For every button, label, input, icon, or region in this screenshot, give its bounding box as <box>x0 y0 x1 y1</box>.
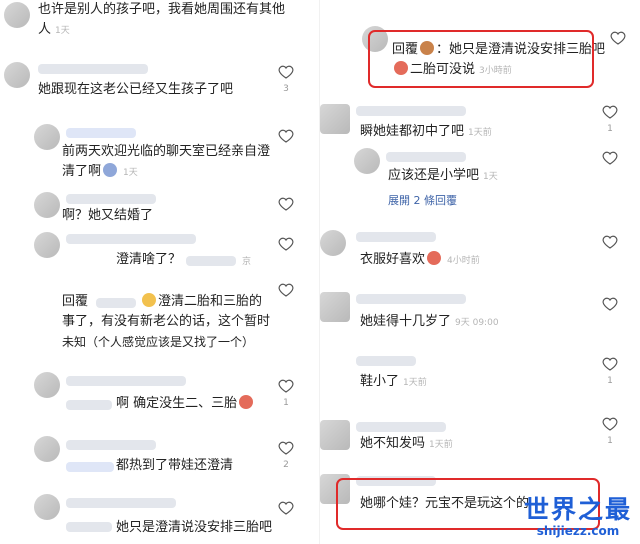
comment-text: 应该还是小学吧 1天 <box>388 168 498 183</box>
username-blur <box>66 462 114 472</box>
avatar[interactable] <box>34 124 60 150</box>
username-blur <box>356 106 466 116</box>
comment-text: 都热到了带娃还澄清 <box>116 458 234 473</box>
avatar[interactable] <box>4 2 30 28</box>
like-heart-icon[interactable] <box>278 500 294 516</box>
expand-replies-link[interactable]: 展開 2 條回覆 <box>388 192 457 208</box>
comment-text: 也许是别人的孩子吧，我看她周围还有其他 <box>38 2 286 17</box>
like-heart-icon[interactable] <box>278 282 294 298</box>
username-blur <box>356 356 416 366</box>
avatar[interactable] <box>34 192 60 218</box>
emoji-icon <box>427 251 442 265</box>
comment-text: 她娃得十几岁了 9天 09:00 <box>360 314 499 329</box>
avatar[interactable] <box>320 104 350 134</box>
comment-text: 澄清啥了？ <box>116 252 182 267</box>
comment-time: 1天 <box>123 168 138 178</box>
watermark-title: 世界之最 <box>523 495 632 524</box>
comment-time: 9天 09:00 <box>455 318 499 328</box>
username-blur <box>66 522 112 532</box>
left-comment-column: 也许是别人的孩子吧，我看她周围还有其他 人 1天 她跟现在这老公已经又生孩子了吧 … <box>0 0 320 544</box>
comment-text-cont: 事了，有没有新老公的话，这个暂时 <box>62 314 271 329</box>
avatar[interactable] <box>34 494 60 520</box>
like-heart-icon[interactable] <box>278 236 294 252</box>
like-count: 1 <box>607 436 613 446</box>
emoji-icon <box>142 293 156 307</box>
username-blur <box>66 400 112 410</box>
username-blur <box>66 194 156 204</box>
like-heart-icon[interactable] <box>278 196 294 212</box>
username-blur <box>66 376 186 386</box>
like-count: 3 <box>283 84 289 94</box>
username-blur <box>66 234 196 244</box>
username-blur <box>356 294 466 304</box>
watermark-logo: 世界之最 shijiezz.com <box>523 495 632 539</box>
like-heart-icon[interactable] <box>278 440 294 456</box>
comment-text: 衣服好喜欢 4小时前 <box>360 251 480 267</box>
comment-text: 回覆 <box>62 294 89 309</box>
comment-text: 她只是澄清说没安排三胎吧 <box>116 520 273 535</box>
comment-time: 1天 <box>55 26 70 36</box>
comment-text: 瞬她娃都初中了吧 1天前 <box>360 124 492 139</box>
username-blur <box>96 298 136 308</box>
watermark-url: shijiezz.com <box>536 524 620 538</box>
username-blur <box>66 498 176 508</box>
timestamp-blur <box>186 256 236 266</box>
like-count: 1 <box>607 376 613 386</box>
username-blur <box>356 422 446 432</box>
like-heart-icon[interactable] <box>602 104 618 120</box>
like-count: 1 <box>607 124 613 134</box>
comment-text: 她跟现在这老公已经又生孩子了吧 <box>38 82 234 97</box>
comment-time: 4小时前 <box>447 256 480 266</box>
avatar[interactable] <box>34 372 60 398</box>
like-heart-icon[interactable] <box>278 128 294 144</box>
username-blur <box>66 128 136 138</box>
avatar[interactable] <box>320 420 350 450</box>
highlight-box <box>368 30 594 88</box>
like-heart-icon[interactable] <box>278 378 294 394</box>
emoji-icon <box>103 163 118 177</box>
avatar[interactable] <box>320 230 346 256</box>
avatar[interactable] <box>34 232 60 258</box>
like-count: 2 <box>283 460 289 470</box>
like-heart-icon[interactable] <box>602 296 618 312</box>
username-blur <box>386 152 466 162</box>
avatar[interactable] <box>320 292 350 322</box>
comment-text: 前两天欢迎光临的聊天室已经亲自澄 <box>62 144 271 159</box>
comment-text-cont: 未知（个人感觉应该是又找了一个） <box>62 335 255 349</box>
emoji-icon <box>239 395 254 409</box>
comment-text-cont: 清了啊 1天 <box>62 163 138 179</box>
comment-time: 1天前 <box>403 378 427 388</box>
like-heart-icon[interactable] <box>602 356 618 372</box>
like-count: 1 <box>283 398 289 408</box>
comment-time: 1天 <box>483 172 498 182</box>
comment-text: 她不知发吗 1天前 <box>360 436 453 451</box>
like-heart-icon[interactable] <box>610 30 626 46</box>
avatar[interactable] <box>34 436 60 462</box>
like-heart-icon[interactable] <box>602 150 618 166</box>
comment-time: 1天前 <box>468 128 492 138</box>
comment-text: 澄清二胎和三胎的 <box>140 292 262 312</box>
comment-text: 啊 确定没生二、三胎 <box>116 394 255 414</box>
username-blur <box>38 64 148 74</box>
comment-text: 鞋小了 1天前 <box>360 374 427 389</box>
avatar[interactable] <box>4 62 30 88</box>
comment-time: 1天前 <box>429 440 453 450</box>
like-heart-icon[interactable] <box>278 64 294 80</box>
comment-text-cont: 人 1天 <box>38 22 70 37</box>
username-blur <box>66 440 156 450</box>
avatar[interactable] <box>354 148 380 174</box>
right-comment-column: 回覆 ：她只是澄清说没安排三胎吧 二胎可没说 3小時前 瞬她娃都初中了吧 1天前 1 … <box>320 0 640 544</box>
like-heart-icon[interactable] <box>602 234 618 250</box>
username-blur <box>356 232 436 242</box>
like-heart-icon[interactable] <box>602 416 618 432</box>
comment-screenshot: 也许是别人的孩子吧，我看她周围还有其他 人 1天 她跟现在这老公已经又生孩子了吧 … <box>0 0 640 544</box>
comment-time: 京 <box>242 257 252 267</box>
comment-text: 啊？她又结婚了 <box>62 208 154 223</box>
